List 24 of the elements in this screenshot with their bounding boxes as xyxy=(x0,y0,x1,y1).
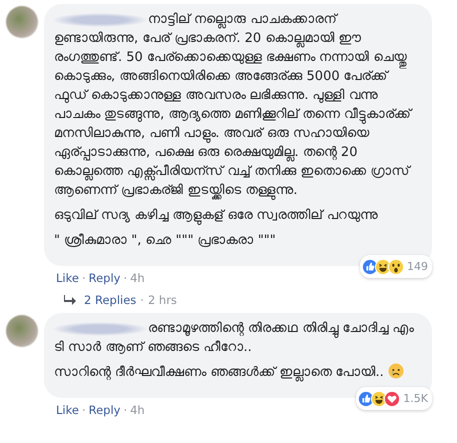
like-link[interactable]: Like xyxy=(56,403,79,417)
reaction-count: 1.5K xyxy=(403,391,428,407)
separator-dot: · xyxy=(82,403,86,417)
timestamp: 2 hrs xyxy=(148,293,177,307)
like-link[interactable]: Like xyxy=(56,271,79,285)
reaction-count: 149 xyxy=(407,259,428,275)
separator-dot: · xyxy=(140,293,144,307)
crying-face-icon xyxy=(388,363,404,379)
avatar[interactable] xyxy=(6,315,38,347)
separator-dot: · xyxy=(82,271,86,285)
comment-text: " ശ്രീകുമാരാ ", ഛെ """ പ്രഭാകരാ """ xyxy=(54,233,276,248)
comment-text: രണ്ടാമൂഴത്തിന്റെ തിരക്കഥ തിരിച്ചു ചോദിച്ച എം ടി സാർ ആണ് ഞങ്ങടെ ഹീറോ.. xyxy=(54,321,414,355)
separator-dot: · xyxy=(123,403,128,417)
reply-link[interactable]: Reply xyxy=(88,271,120,285)
reply-arrow-icon xyxy=(64,295,76,305)
surprised-reaction-icon xyxy=(388,258,404,274)
heart-reaction-icon xyxy=(384,390,400,406)
separator-dot: · xyxy=(123,271,128,285)
view-replies-link[interactable]: 2 Replies xyxy=(84,293,136,307)
comment-text: നാട്ടില് നല്ലൊരു പാചകക്കാരന് ഉണ്ടായിരുന്നു, പേര് പ്രഭാകരന്. 20 കൊല്ലമായി ഈ രംഗത്തുണ്ട്. 50 പേര്ക്കൊക്കെയുള്ള ഭക്ഷണം നന്നായി ചെയ്തു കൊടുക്കും, അങ്ങിനെയിരിക്കെ അങ്ങേര്ക്കു 5000 പേര്ക്ക് ഫുഡ് കൊടുക്കാനുള്ള അവസരം ലഭിക്കുന്നു. പുള്ളി വന്നു പാചകം തുടങ്ങുന്നു, ആദ്യത്തെ മണിക്കൂറില് തന്നെ വീട്ടുകാര്ക്ക് മനസിലാകുന്നു, പണി പാളും. അവര് ഒരു സഹായിയെ ഏര്പ്പാടാക്കുന്നു, പക്ഷെ ഒരു രെക്ഷയുമില്ല. തന്റെ 20 കൊല്ലത്തെ എക്സ്പീരിയന്സ് വച്ച് തനിക്കു ഇതൊക്കെ ഗ്രാസ് ആണെന്ന് പ്രഭാകര്ജി ഇടയ്ക്കിടെ തള്ളുന്നു. xyxy=(54,12,411,198)
avatar[interactable] xyxy=(6,6,38,38)
reply-link[interactable]: Reply xyxy=(88,403,120,417)
comment-text: ഒടുവില് സദ്യ കഴിച്ച ആളുകള് ഒരേ സ്വരത്തില് പറയുന്നു xyxy=(54,208,378,223)
comment-text: സാറിന്റെ ദീർഘവീക്ഷണം ഞങ്ങൾക്ക് ഇല്ലാതെ പോയി.. xyxy=(54,365,384,380)
